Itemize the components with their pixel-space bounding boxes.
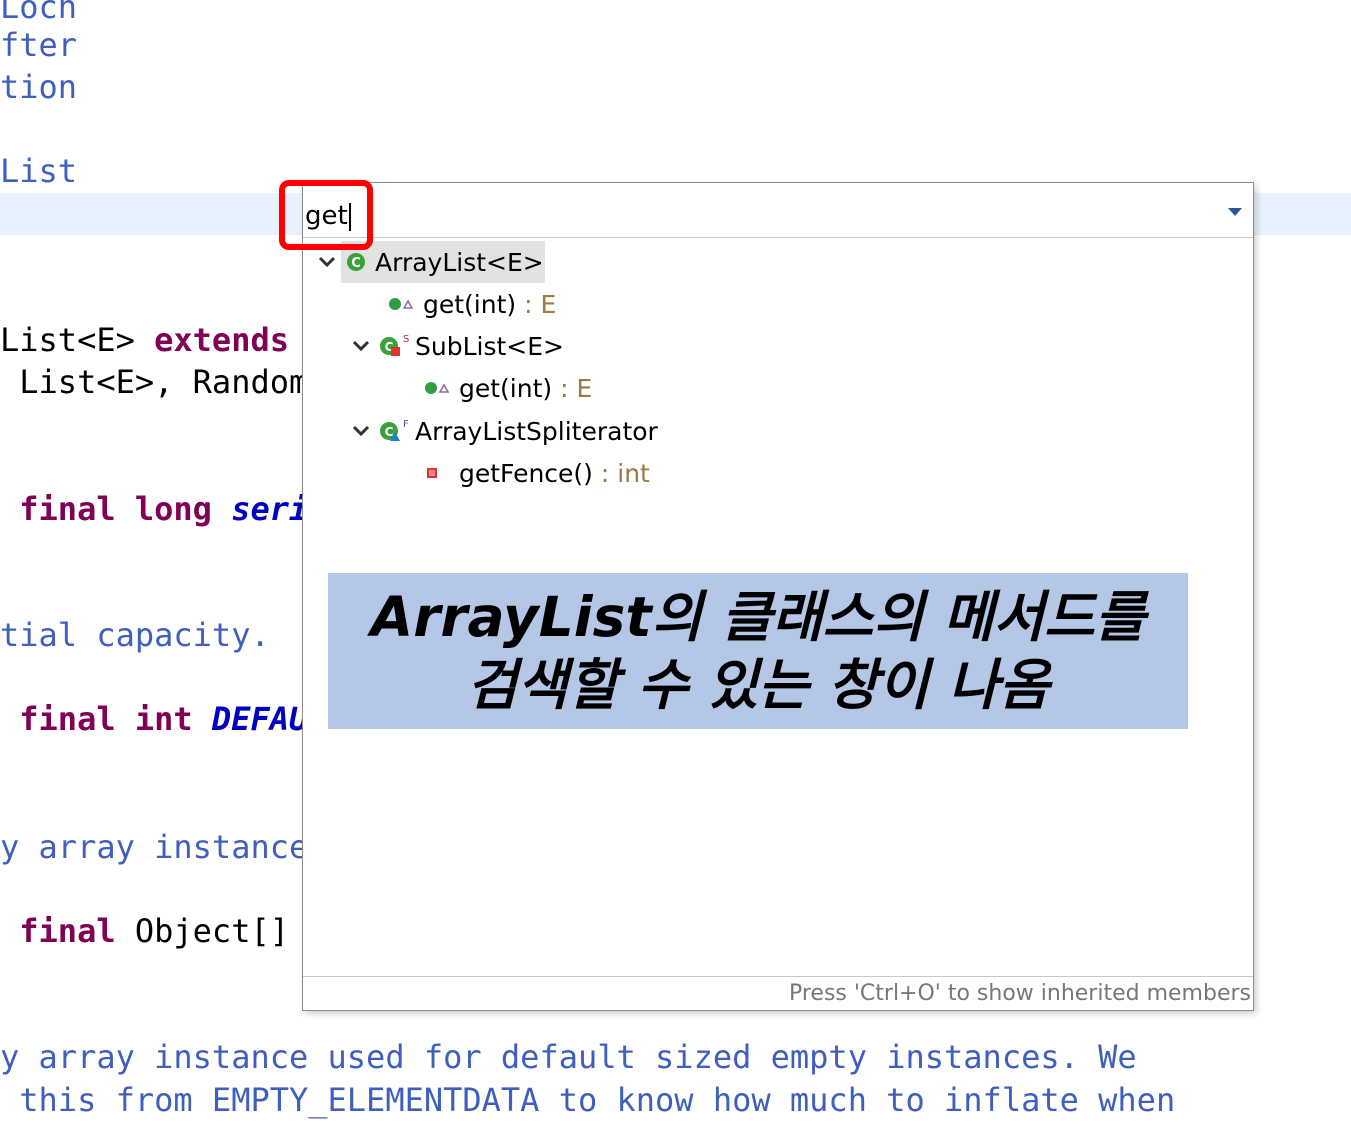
tree-item-label: get(int) — [459, 373, 553, 403]
code-token: DEFAU — [211, 700, 309, 738]
tree-item-label: getFence() — [459, 458, 593, 488]
chevron-down-icon[interactable] — [347, 410, 375, 452]
filter-row: get — [303, 183, 1253, 238]
code-line-5: List<E> extends A — [0, 319, 328, 361]
chevron-down-icon[interactable] — [347, 325, 375, 367]
tree-item-label: ArrayListSpliterator — [415, 416, 658, 446]
code-token: y array instance — [0, 828, 309, 866]
code-token: this from EMPTY_ELEMENTDATA to know how … — [0, 1081, 1176, 1119]
tree-item-label: SubList<E> — [415, 331, 564, 361]
code-token: List<E>, Random — [0, 363, 309, 401]
callout-line-1: ArrayList의 클래스의 메서드를 — [370, 585, 1146, 649]
svg-text:C: C — [351, 256, 361, 271]
code-token: tial capacity. — [0, 616, 270, 654]
tree-item-return-type: : E — [552, 373, 593, 403]
tree-item-sublist-get-int[interactable]: get(int) : E — [419, 367, 592, 409]
code-token: fter — [0, 26, 78, 64]
status-hint: Press 'Ctrl+O' to show inherited members — [788, 981, 1251, 1006]
annotation-callout: ArrayList의 클래스의 메서드를 검색할 수 있는 창이 나옴 — [328, 573, 1188, 729]
code-line-4: List — [0, 150, 77, 192]
tree-item-arraylist[interactable]: C ArrayList<E> — [313, 241, 545, 283]
method-icon — [419, 367, 455, 409]
view-menu-dropdown-icon[interactable] — [1228, 208, 1242, 216]
annotation-highlight-box — [279, 180, 373, 250]
code-token: y array instance used for default sized … — [0, 1038, 1137, 1076]
tree-item-get-int[interactable]: get(int) : E — [383, 283, 556, 325]
method-icon — [383, 283, 419, 325]
tree-item-getfence[interactable]: getFence() : int — [419, 452, 650, 494]
svg-text:S: S — [403, 334, 409, 345]
private-method-icon — [419, 452, 455, 494]
code-line-13: this from EMPTY_ELEMENTDATA to know how … — [0, 1079, 1175, 1121]
tree-item-label: ArrayList<E> — [375, 247, 544, 277]
static-inner-class-icon: CS — [375, 325, 411, 367]
code-token: List — [0, 152, 78, 190]
code-token: final int — [19, 700, 193, 738]
callout-line-2: 검색할 수 있는 창이 나옴 — [466, 653, 1050, 717]
tree-item-label: get(int) — [423, 289, 517, 319]
code-token: extends — [154, 321, 289, 359]
code-token: tion — [0, 68, 78, 106]
code-token: Object[] — [115, 912, 309, 950]
code-line-10: y array instance — [0, 826, 308, 868]
code-line-7: final long seri — [0, 488, 308, 530]
code-line-9: final int DEFAU — [0, 698, 308, 740]
code-token: Loch — [0, 0, 78, 26]
code-token: final — [19, 912, 116, 950]
code-line-6: List<E>, Random — [0, 361, 308, 403]
svg-text:F: F — [403, 419, 409, 430]
code-line-11: final Object[] — [0, 910, 308, 952]
code-token: seri — [231, 490, 309, 528]
status-bar: Press 'Ctrl+O' to show inherited members — [303, 976, 1253, 1010]
code-line-3: tion — [0, 66, 77, 108]
tree-item-sublist[interactable]: CS SubList<E> — [347, 325, 564, 367]
tree-item-return-type: : E — [516, 289, 557, 319]
code-line-2: fter — [0, 24, 77, 66]
tree-item-return-type: : int — [592, 458, 650, 488]
code-line-12: y array instance used for default sized … — [0, 1036, 1137, 1078]
tree-item-arraylistspliterator[interactable]: CF ArrayListSpliterator — [347, 410, 658, 452]
final-inner-class-icon: CF — [375, 410, 411, 452]
code-token: List<E> — [0, 321, 155, 359]
svg-text:C: C — [385, 425, 394, 439]
code-line-8: tial capacity. — [0, 614, 270, 656]
code-token: final long — [19, 490, 212, 528]
